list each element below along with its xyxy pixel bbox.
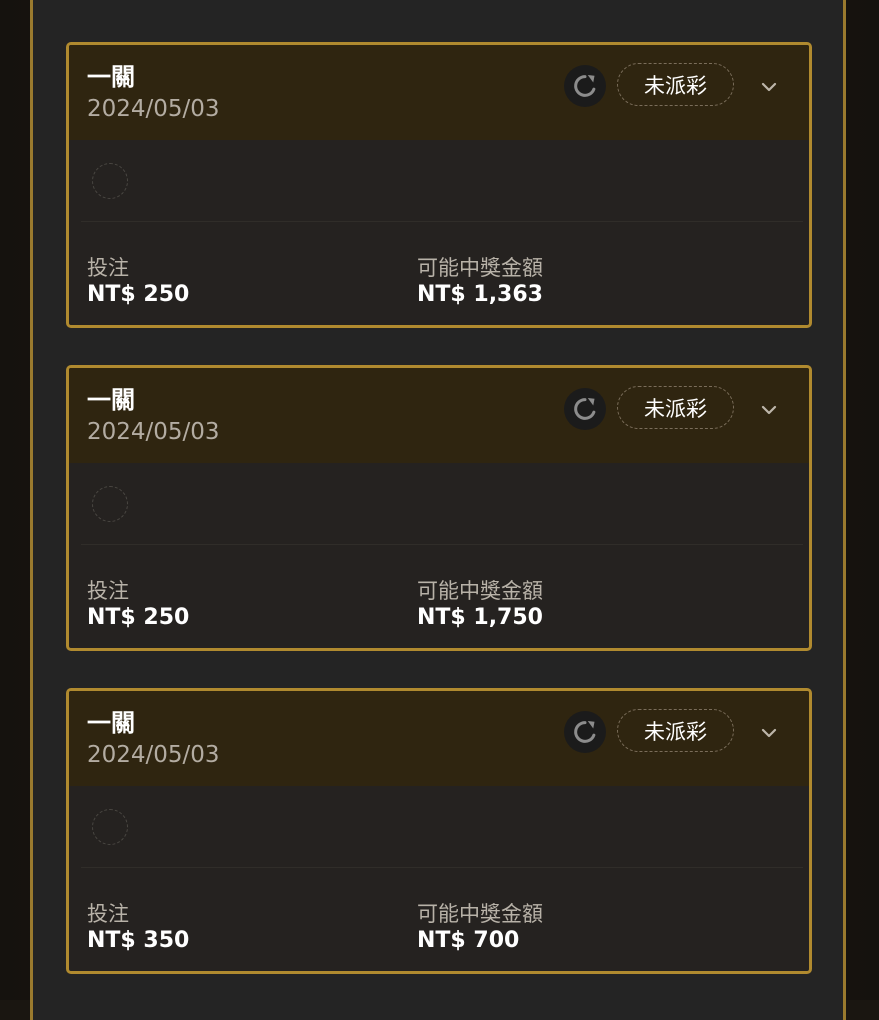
bet-card: 一關 2024/05/03 未派彩 投注 NT$ 250 可能中獎金額 NT$ … (66, 365, 812, 651)
bet-type: 一關 (87, 709, 135, 737)
bet-date: 2024/05/03 (87, 742, 220, 768)
bet-card-header[interactable]: 一關 2024/05/03 未派彩 (69, 691, 809, 786)
stake-amount: NT$ 350 (87, 928, 190, 953)
stake-amount: NT$ 250 (87, 605, 190, 630)
refresh-button[interactable] (564, 388, 606, 430)
expand-button[interactable] (757, 398, 781, 422)
refresh-icon (574, 398, 596, 420)
chevron-down-icon (761, 82, 777, 92)
stake-label: 投注 (87, 256, 129, 280)
potential-payout-amount: NT$ 700 (417, 928, 520, 953)
bet-card: 一關 2024/05/03 未派彩 投注 NT$ 250 可能中獎金額 NT$ … (66, 42, 812, 328)
potential-payout-label: 可能中獎金額 (417, 902, 543, 926)
potential-payout-amount: NT$ 1,750 (417, 605, 543, 630)
chevron-down-icon (761, 728, 777, 738)
bet-card-header[interactable]: 一關 2024/05/03 未派彩 (69, 45, 809, 140)
divider (81, 867, 803, 868)
divider (81, 221, 803, 222)
status-badge: 未派彩 (617, 63, 734, 106)
chevron-down-icon (761, 405, 777, 415)
bet-card: 一關 2024/05/03 未派彩 投注 NT$ 350 可能中獎金額 NT$ … (66, 688, 812, 974)
selection-placeholder-icon (92, 809, 128, 845)
expand-button[interactable] (757, 721, 781, 745)
stake-label: 投注 (87, 579, 129, 603)
stake-amount: NT$ 250 (87, 282, 190, 307)
refresh-icon (574, 75, 596, 97)
stake-label: 投注 (87, 902, 129, 926)
divider (81, 544, 803, 545)
potential-payout-amount: NT$ 1,363 (417, 282, 543, 307)
bet-date: 2024/05/03 (87, 419, 220, 445)
status-badge: 未派彩 (617, 386, 734, 429)
bet-card-header[interactable]: 一關 2024/05/03 未派彩 (69, 368, 809, 463)
expand-button[interactable] (757, 75, 781, 99)
bet-date: 2024/05/03 (87, 96, 220, 122)
potential-payout-label: 可能中獎金額 (417, 579, 543, 603)
refresh-icon (574, 721, 596, 743)
selection-placeholder-icon (92, 486, 128, 522)
potential-payout-label: 可能中獎金額 (417, 256, 543, 280)
status-badge: 未派彩 (617, 709, 734, 752)
selection-placeholder-icon (92, 163, 128, 199)
refresh-button[interactable] (564, 711, 606, 753)
bet-type: 一關 (87, 386, 135, 414)
refresh-button[interactable] (564, 65, 606, 107)
bet-type: 一關 (87, 63, 135, 91)
